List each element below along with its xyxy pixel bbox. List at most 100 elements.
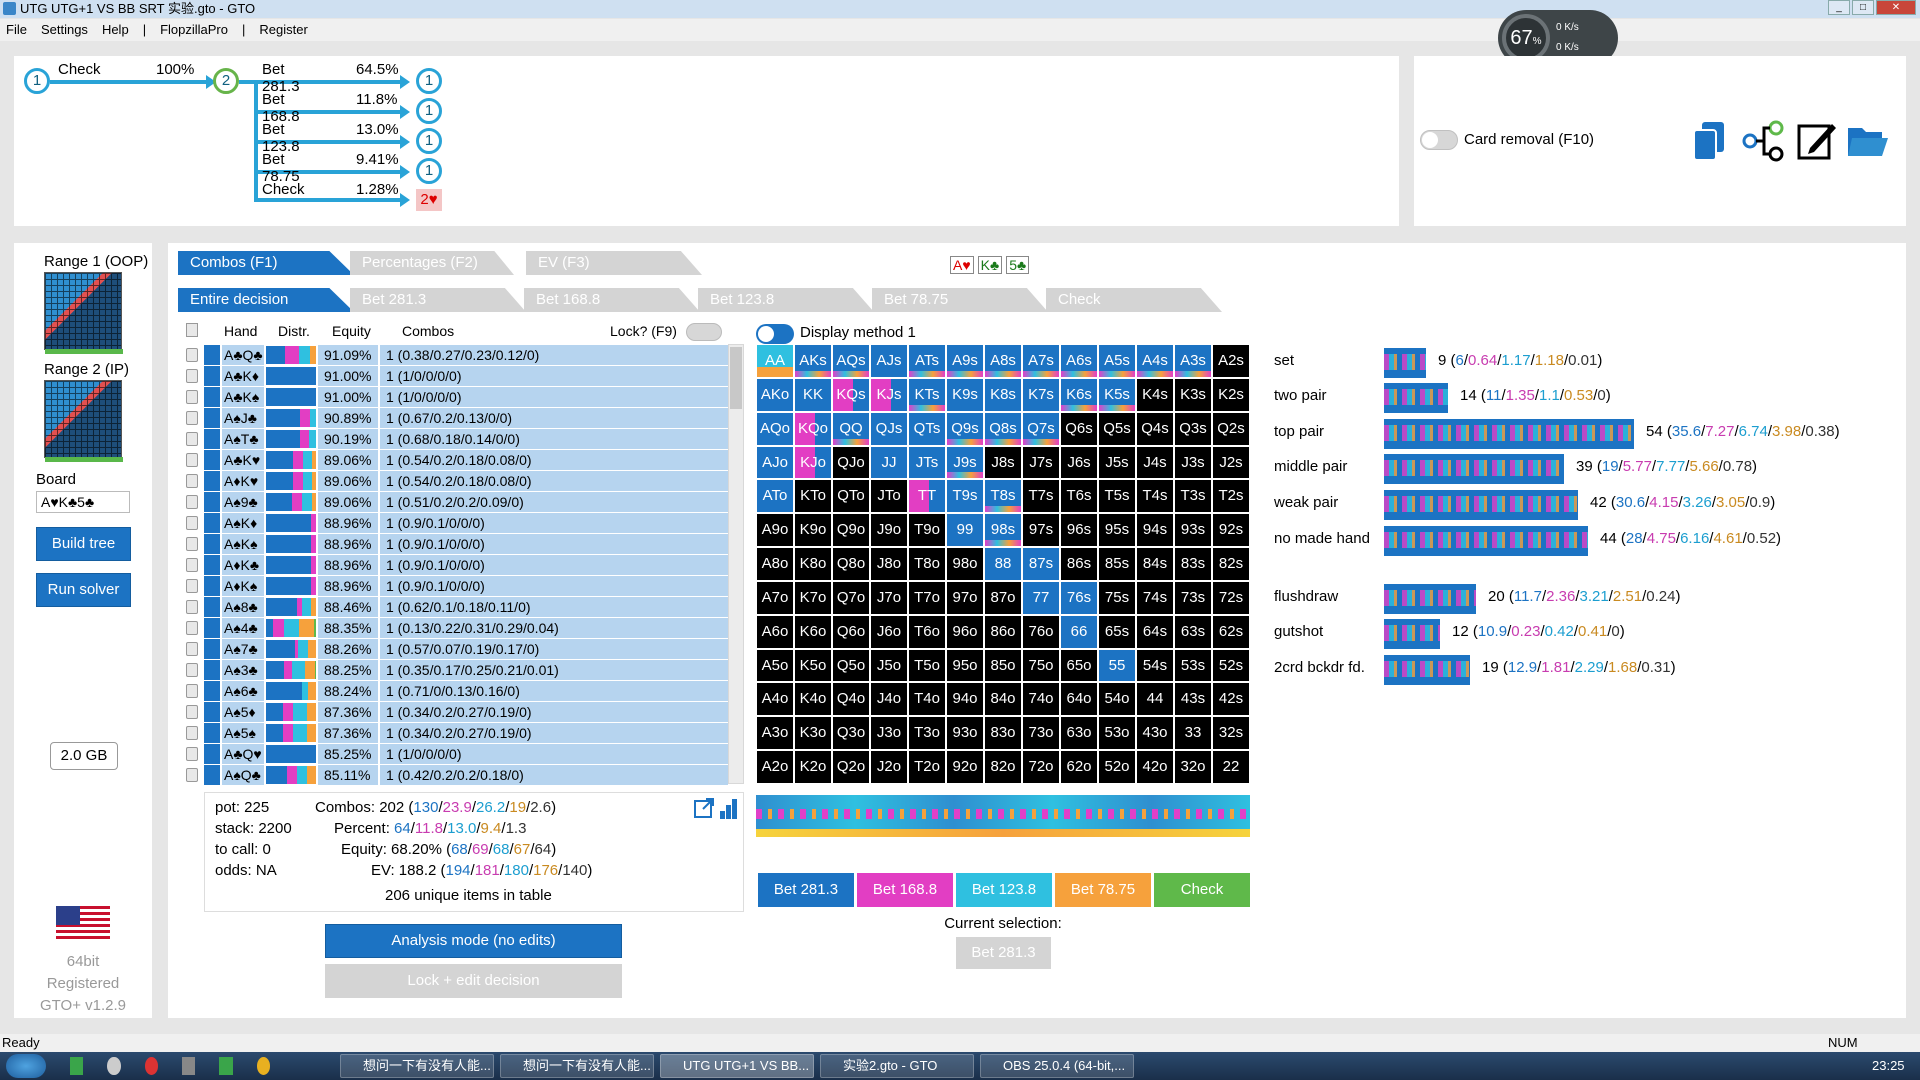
grid-cell-K7o[interactable]: K7o [794, 580, 832, 615]
grid-cell-AA[interactable]: AA [756, 344, 794, 378]
grid-cell-54s[interactable]: 54s [1136, 648, 1174, 683]
lock-icon[interactable] [186, 726, 198, 740]
grid-cell-T6o[interactable]: T6o [908, 614, 946, 649]
grid-cell-66[interactable]: 66 [1060, 614, 1098, 649]
grid-cell-AJs[interactable]: AJs [870, 344, 908, 378]
table-row[interactable]: A♣K♥ 89.06% 1 (0.54/0.2/0.18/0.08/0) [186, 450, 728, 470]
grid-cell-A4s[interactable]: A4s [1136, 344, 1174, 378]
grid-cell-K2o[interactable]: K2o [794, 750, 832, 784]
grid-cell-97s[interactable]: 97s [1022, 513, 1060, 548]
run-solver-button[interactable]: Run solver [36, 573, 131, 607]
table-row[interactable]: A♠7♣ 88.26% 1 (0.57/0.07/0.19/0.17/0) [186, 639, 728, 659]
maximize-button[interactable]: □ [1852, 0, 1874, 15]
lock-icon[interactable] [186, 579, 198, 593]
grid-cell-42o[interactable]: 42o [1136, 750, 1174, 784]
grid-cell-T9s[interactable]: T9s [946, 479, 984, 514]
grid-cell-65o[interactable]: 65o [1060, 648, 1098, 683]
tree-structure-icon[interactable] [1742, 120, 1784, 162]
grid-cell-A2s[interactable]: A2s [1212, 344, 1250, 378]
grid-cell-A9s[interactable]: A9s [946, 344, 984, 378]
grid-cell-A7o[interactable]: A7o [756, 580, 794, 615]
grid-cell-ATo[interactable]: ATo [756, 479, 794, 514]
grid-cell-A8o[interactable]: A8o [756, 547, 794, 581]
grid-cell-T2s[interactable]: T2s [1212, 479, 1250, 514]
grid-cell-43s[interactable]: 43s [1174, 682, 1212, 717]
grid-cell-J5o[interactable]: J5o [870, 648, 908, 683]
grid-cell-Q5s[interactable]: Q5s [1098, 411, 1136, 446]
grid-cell-J3o[interactable]: J3o [870, 716, 908, 751]
grid-cell-J6o[interactable]: J6o [870, 614, 908, 649]
grid-cell-52s[interactable]: 52s [1212, 648, 1250, 683]
grid-cell-QJs[interactable]: QJs [870, 411, 908, 446]
grid-cell-75s[interactable]: 75s [1098, 580, 1136, 615]
grid-cell-97o[interactable]: 97o [946, 580, 984, 615]
range1-thumbnail[interactable] [44, 272, 123, 354]
grid-cell-J5s[interactable]: J5s [1098, 445, 1136, 480]
action-button-1[interactable]: Bet 168.8 [857, 873, 953, 907]
grid-cell-QTs[interactable]: QTs [908, 411, 946, 446]
grid-cell-74s[interactable]: 74s [1136, 580, 1174, 615]
grid-cell-88[interactable]: 88 [984, 547, 1022, 581]
lock-icon[interactable] [186, 453, 198, 467]
grid-cell-J6s[interactable]: J6s [1060, 445, 1098, 480]
grid-cell-T3o[interactable]: T3o [908, 716, 946, 751]
grid-cell-Q4s[interactable]: Q4s [1136, 411, 1174, 446]
tab-entire-decision[interactable]: Entire decision [178, 288, 354, 312]
tab-bet-168[interactable]: Bet 168.8 [524, 288, 700, 312]
grid-cell-52o[interactable]: 52o [1098, 750, 1136, 784]
lock-icon[interactable] [186, 348, 198, 362]
grid-cell-T6s[interactable]: T6s [1060, 479, 1098, 514]
menu-file[interactable]: File [6, 19, 27, 41]
grid-cell-T8o[interactable]: T8o [908, 547, 946, 581]
grid-cell-75o[interactable]: 75o [1022, 648, 1060, 683]
grid-cell-92s[interactable]: 92s [1212, 513, 1250, 548]
grid-cell-32o[interactable]: 32o [1174, 750, 1212, 784]
table-row[interactable]: A♣Q♣ 91.09% 1 (0.38/0.27/0.23/0.12/0) [186, 345, 728, 365]
grid-cell-K8s[interactable]: K8s [984, 377, 1022, 412]
action-button-4[interactable]: Check [1154, 873, 1250, 907]
grid-cell-86o[interactable]: 86o [984, 614, 1022, 649]
lock-icon[interactable] [186, 537, 198, 551]
table-row[interactable]: A♠K♠ 88.96% 1 (0.9/0.1/0/0/0) [186, 534, 728, 554]
menu-register[interactable]: Register [259, 19, 307, 41]
lock-icon[interactable] [186, 516, 198, 530]
lock-icon[interactable] [186, 390, 198, 404]
grid-cell-73o[interactable]: 73o [1022, 716, 1060, 751]
table-row[interactable]: A♠T♣ 90.19% 1 (0.68/0.18/0.14/0/0) [186, 429, 728, 449]
tree-branch-node[interactable]: 1 [416, 98, 442, 124]
tree-branch-node[interactable]: 1 [416, 128, 442, 154]
grid-cell-85o[interactable]: 85o [984, 648, 1022, 683]
grid-cell-74o[interactable]: 74o [1022, 682, 1060, 717]
table-row[interactable]: A♣K♦ 91.00% 1 (1/0/0/0/0) [186, 366, 728, 386]
grid-cell-J2s[interactable]: J2s [1212, 445, 1250, 480]
grid-cell-32s[interactable]: 32s [1212, 716, 1250, 751]
table-row[interactable]: A♣Q♥ 85.25% 1 (1/0/0/0/0) [186, 744, 728, 764]
grid-cell-98s[interactable]: 98s [984, 513, 1022, 548]
grid-cell-94s[interactable]: 94s [1136, 513, 1174, 548]
lock-icon[interactable] [186, 747, 198, 761]
grid-cell-64o[interactable]: 64o [1060, 682, 1098, 717]
grid-cell-KJo[interactable]: KJo [794, 445, 832, 480]
grid-cell-82s[interactable]: 82s [1212, 547, 1250, 581]
table-row[interactable]: A♦K♥ 89.06% 1 (0.54/0.2/0.18/0.08/0) [186, 471, 728, 491]
grid-cell-95s[interactable]: 95s [1098, 513, 1136, 548]
grid-cell-Q2s[interactable]: Q2s [1212, 411, 1250, 446]
bar-chart-icon[interactable] [719, 797, 739, 819]
grid-cell-KTs[interactable]: KTs [908, 377, 946, 412]
col-combos[interactable]: Combos [402, 323, 454, 339]
grid-cell-TT[interactable]: TT [908, 479, 946, 514]
grid-cell-84s[interactable]: 84s [1136, 547, 1174, 581]
analysis-mode-button[interactable]: Analysis mode (no edits) [325, 924, 622, 958]
col-hand[interactable]: Hand [224, 323, 257, 339]
grid-cell-82o[interactable]: 82o [984, 750, 1022, 784]
grid-cell-T9o[interactable]: T9o [908, 513, 946, 548]
grid-cell-AQo[interactable]: AQo [756, 411, 794, 446]
grid-cell-A2o[interactable]: A2o [756, 750, 794, 784]
grid-cell-K7s[interactable]: K7s [1022, 377, 1060, 412]
grid-cell-83o[interactable]: 83o [984, 716, 1022, 751]
grid-cell-43o[interactable]: 43o [1136, 716, 1174, 751]
grid-cell-J7s[interactable]: J7s [1022, 445, 1060, 480]
app-icon[interactable] [144, 1057, 158, 1075]
app-icon[interactable] [70, 1057, 84, 1075]
grid-cell-76o[interactable]: 76o [1022, 614, 1060, 649]
